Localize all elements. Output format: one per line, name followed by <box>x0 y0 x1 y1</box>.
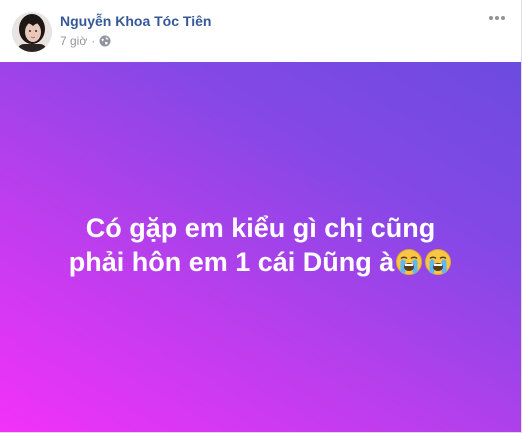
post-time[interactable]: 7 giờ <box>60 34 87 48</box>
facebook-post: Nguyễn Khoa Tóc Tiên 7 giờ · Có gặp em k… <box>0 0 522 433</box>
loudly-crying-face-icon <box>395 248 423 276</box>
meta-separator: · <box>91 34 96 48</box>
status-line-2-row: phải hôn em 1 cái Dũng à <box>41 245 481 279</box>
author-name[interactable]: Nguyễn Khoa Tóc Tiên <box>60 13 211 29</box>
globe-icon[interactable] <box>99 35 111 47</box>
status-line-1: Có gặp em kiểu gì chị cũng <box>85 212 436 243</box>
author-avatar[interactable] <box>12 12 52 52</box>
loudly-crying-face-icon <box>424 248 452 276</box>
status-text: Có gặp em kiểu gì chị cũng phải hôn em 1… <box>41 211 481 279</box>
status-background: Có gặp em kiểu gì chị cũng phải hôn em 1… <box>0 62 521 433</box>
post-header: Nguyễn Khoa Tóc Tiên 7 giờ · <box>0 0 521 62</box>
post-meta: 7 giờ · <box>60 33 111 49</box>
status-line-2: phải hôn em 1 cái Dũng à <box>68 246 395 277</box>
more-options-icon[interactable] <box>487 10 507 26</box>
